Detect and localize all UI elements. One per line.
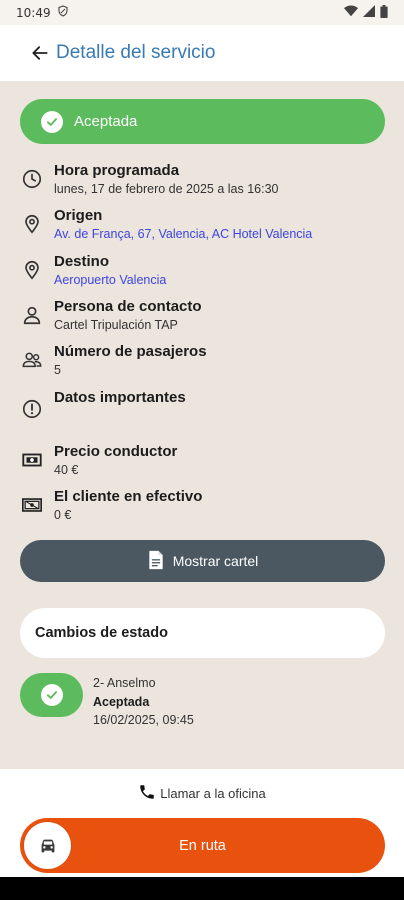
battery-icon xyxy=(380,4,388,21)
check-circle-icon xyxy=(41,110,63,133)
destination-address-link[interactable]: Aeropuerto Valencia xyxy=(54,273,166,287)
status-change-badge xyxy=(20,673,83,717)
show-sign-label: Mostrar cartel xyxy=(172,553,259,569)
signal-icon xyxy=(363,5,375,20)
car-icon xyxy=(24,822,71,869)
location-pin-icon xyxy=(21,259,43,281)
status-changes-title: Cambios de estado xyxy=(35,625,168,641)
call-office-label: Llamar a la oficina xyxy=(160,786,266,801)
en-route-button[interactable]: En ruta xyxy=(20,818,385,873)
shield-status-icon xyxy=(57,5,69,20)
page-title: Detalle del servicio xyxy=(56,42,216,63)
status-change-datetime: 16/02/2025, 09:45 xyxy=(93,713,194,727)
status-label: Aceptada xyxy=(74,113,138,130)
origin-address-link[interactable]: Av. de França, 67, Valencia, AC Hotel Va… xyxy=(54,227,312,241)
detail-title: Hora programada xyxy=(54,162,180,179)
detail-title: Número de pasajeros xyxy=(54,343,207,360)
location-pin-icon xyxy=(21,213,43,235)
document-icon xyxy=(147,550,165,573)
system-status-bar: 10:49 xyxy=(0,0,404,25)
wifi-icon xyxy=(344,5,358,20)
status-time: 10:49 xyxy=(16,5,51,20)
detail-title: Destino xyxy=(54,253,110,270)
detail-value: 5 xyxy=(54,363,61,377)
app-bar: Detalle del servicio xyxy=(0,25,404,81)
status-badge: Aceptada xyxy=(20,99,385,144)
call-office-link[interactable]: Llamar a la oficina xyxy=(0,783,404,804)
back-arrow-icon[interactable] xyxy=(22,35,58,71)
detail-title: Datos importantes xyxy=(54,389,186,406)
detail-title: El cliente en efectivo xyxy=(54,488,203,505)
check-circle-icon xyxy=(40,684,63,706)
en-route-label: En ruta xyxy=(179,837,226,854)
detail-title: Origen xyxy=(54,207,103,224)
status-change-user: 2- Anselmo xyxy=(93,676,156,690)
clock-icon xyxy=(21,168,43,190)
show-sign-button[interactable]: Mostrar cartel xyxy=(20,540,385,582)
phone-icon xyxy=(138,783,156,804)
status-changes-header: Cambios de estado xyxy=(20,608,385,658)
person-icon xyxy=(21,304,43,326)
bottom-action-panel: Llamar a la oficina En ruta xyxy=(0,769,404,877)
detail-title: Precio conductor xyxy=(54,443,178,460)
system-navigation-bar xyxy=(0,877,404,900)
money-icon xyxy=(21,449,43,471)
group-icon xyxy=(21,349,43,371)
detail-value: lunes, 17 de febrero de 2025 a las 16:30 xyxy=(54,182,279,196)
detail-value: Cartel Tripulación TAP xyxy=(54,318,178,332)
detail-value: 0 € xyxy=(54,508,72,522)
detail-value: 40 € xyxy=(54,463,79,477)
cash-icon xyxy=(21,494,43,516)
status-change-status: Aceptada xyxy=(93,695,150,709)
info-icon xyxy=(21,398,43,420)
detail-title: Persona de contacto xyxy=(54,298,202,315)
